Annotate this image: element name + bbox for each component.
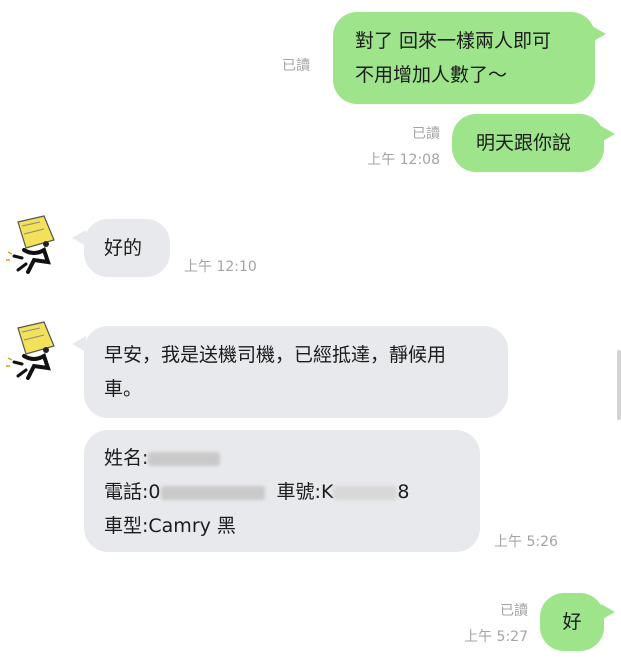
message-timestamp: 上午 12:08 — [367, 152, 440, 168]
incoming-message[interactable]: 姓名: 電話:0 車號:K 8 車型:Camry 黑 — [84, 430, 480, 552]
plate-visible-end: 8 — [397, 481, 410, 503]
plate-visible-start: K — [320, 481, 334, 503]
outgoing-message[interactable]: 好 — [540, 593, 604, 651]
avatar[interactable] — [4, 212, 62, 278]
bubble-tail — [72, 230, 86, 246]
driver-name-line: 姓名: — [104, 441, 460, 475]
phone-label: 電話: — [104, 481, 149, 503]
redacted-phone — [160, 485, 265, 500]
message-timestamp: 上午 5:26 — [494, 534, 558, 550]
message-text: 明天跟你說 — [476, 132, 572, 154]
message-text: 好 — [562, 611, 582, 633]
redacted-name — [148, 451, 221, 466]
message-line: 對了 回來一樣兩人即可 — [355, 30, 552, 52]
message-timestamp: 上午 5:27 — [464, 629, 528, 645]
name-label: 姓名: — [104, 447, 149, 469]
message-timestamp: 上午 12:10 — [184, 259, 257, 275]
message-line: 車。 — [104, 378, 143, 400]
message-line: 不用增加人數了～ — [355, 64, 508, 86]
phone-plate-line: 電話:0 車號:K 8 — [104, 475, 460, 509]
chat-log: 已讀 對了 回來一樣兩人即可 不用增加人數了～ 已讀 上午 12:08 明天跟你… — [0, 0, 621, 660]
bubble-tail — [592, 26, 606, 42]
avatar[interactable] — [4, 318, 62, 384]
car-type-line: 車型:Camry 黑 — [104, 515, 236, 537]
outgoing-message[interactable]: 明天跟你說 — [452, 114, 604, 172]
read-receipt: 已讀 — [412, 126, 440, 142]
read-receipt: 已讀 — [282, 58, 310, 74]
bubble-tail — [601, 604, 615, 620]
plate-label: 車號: — [276, 481, 321, 503]
bubble-tail — [601, 126, 615, 142]
read-receipt: 已讀 — [500, 603, 528, 619]
redacted-plate — [333, 485, 398, 500]
outgoing-message[interactable]: 對了 回來一樣兩人即可 不用增加人數了～ — [333, 12, 595, 104]
incoming-message[interactable]: 早安，我是送機司機，已經抵達，靜候用 車。 — [84, 326, 508, 418]
bubble-tail — [72, 336, 86, 352]
incoming-message[interactable]: 好的 — [84, 219, 170, 277]
message-text: 好的 — [104, 237, 143, 259]
message-line: 早安，我是送機司機，已經抵達，靜候用 — [104, 344, 447, 366]
scrollbar[interactable] — [617, 350, 621, 420]
phone-visible-digit: 0 — [148, 481, 161, 503]
